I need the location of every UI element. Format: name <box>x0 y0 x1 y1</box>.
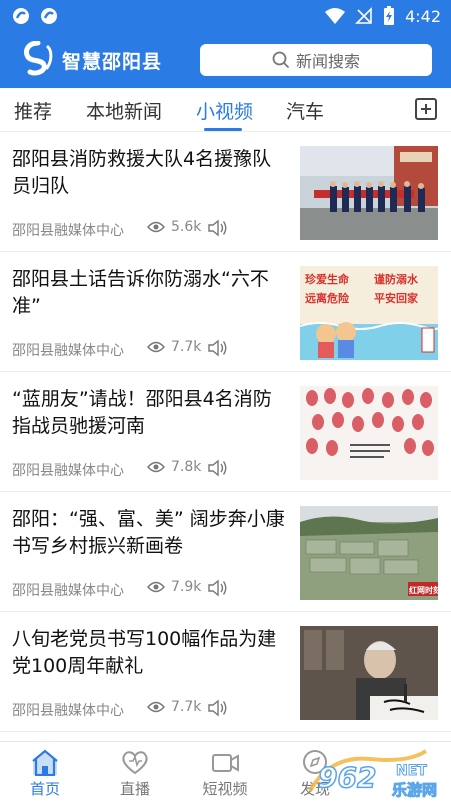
fingerprint-petition-photo[interactable] <box>300 386 438 480</box>
list-item[interactable]: 邵阳县消防救援大队4名援豫队员归队 邵阳县融媒体中心 5.6k <box>0 132 451 252</box>
view-count: 7.7k <box>147 699 201 715</box>
view-count: 7.7k <box>147 339 201 355</box>
countryside-aerial-photo[interactable]: 红网时刻 <box>300 506 438 600</box>
poster-text: 远离危险 <box>305 291 350 305</box>
no-signal-icon <box>355 7 372 24</box>
battery-charging-icon <box>384 6 395 25</box>
news-source: 邵阳县融媒体中心 <box>12 583 124 599</box>
news-title[interactable]: 邵阳：“强、富、美” 阔步奔小康 书写乡村振兴新画卷 <box>12 506 290 560</box>
eye-icon <box>147 461 165 473</box>
wifi-icon <box>325 8 346 24</box>
app-header: 智慧邵阳县 新闻搜索 <box>0 34 451 88</box>
view-count: 7.8k <box>147 459 201 475</box>
calligraphy-elder-photo[interactable] <box>300 626 438 720</box>
news-source: 邵阳县融媒体中心 <box>12 463 124 479</box>
view-count-value: 7.7k <box>171 339 202 355</box>
view-count-value: 5.6k <box>171 219 202 235</box>
nav-live[interactable]: 直播 <box>100 748 170 799</box>
app-notification-icon <box>41 8 57 24</box>
tab-recommend[interactable]: 推荐 <box>14 97 52 124</box>
speaker-icon[interactable] <box>207 458 229 478</box>
news-source: 邵阳县融媒体中心 <box>12 703 124 719</box>
news-list: 邵阳县消防救援大队4名援豫队员归队 邵阳县融媒体中心 5.6k 邵阳县土话告诉你… <box>0 132 451 732</box>
nav-label: 直播 <box>119 780 150 798</box>
speaker-icon[interactable] <box>207 218 229 238</box>
news-source: 邵阳县融媒体中心 <box>12 343 124 359</box>
search-icon <box>272 51 290 69</box>
list-item[interactable]: 邵阳县土话告诉你防溺水“六不准” 邵阳县融媒体中心 7.7k 珍爱生命 谨防溺水… <box>0 252 451 372</box>
nav-label: 短视频 <box>202 780 248 798</box>
app-notification-icon <box>13 8 29 24</box>
eye-icon <box>147 701 165 713</box>
add-channel-icon[interactable] <box>415 98 437 120</box>
nav-home[interactable]: 首页 <box>10 748 80 799</box>
news-title[interactable]: “蓝朋友”请战！邵阳县4名消防指战员驰援河南 <box>12 386 290 440</box>
poster-text: 平安回家 <box>374 291 419 305</box>
video-icon <box>212 754 239 772</box>
search-input[interactable]: 新闻搜索 <box>200 44 432 76</box>
tab-auto[interactable]: 汽车 <box>286 97 324 124</box>
news-source: 邵阳县融媒体中心 <box>12 223 124 239</box>
firefighters-photo[interactable] <box>300 146 438 240</box>
news-title[interactable]: 邵阳县土话告诉你防溺水“六不准” <box>12 266 290 320</box>
list-item[interactable]: 邵阳：“强、富、美” 阔步奔小康 书写乡村振兴新画卷 邵阳县融媒体中心 7.9k… <box>0 492 451 612</box>
tab-short-video[interactable]: 小视频 <box>196 97 253 124</box>
view-count-value: 7.8k <box>171 459 202 475</box>
tab-local-news[interactable]: 本地新闻 <box>86 97 162 124</box>
watermark-domain: NET <box>396 763 427 779</box>
active-tab-indicator <box>204 128 242 131</box>
view-count: 5.6k <box>147 219 201 235</box>
view-count: 7.9k <box>147 579 201 595</box>
nav-short-video[interactable]: 短视频 <box>190 748 260 799</box>
news-title[interactable]: 邵阳县消防救援大队4名援豫队员归队 <box>12 146 290 200</box>
status-bar: 4:42 <box>0 0 451 34</box>
heart-icon <box>122 751 148 775</box>
home-icon <box>32 749 58 776</box>
poster-text: 谨防溺水 <box>374 272 419 286</box>
search-placeholder: 新闻搜索 <box>295 52 360 71</box>
list-item[interactable]: “蓝朋友”请战！邵阳县4名消防指战员驰援河南 邵阳县融媒体中心 7.8k <box>0 372 451 492</box>
nav-label: 首页 <box>29 780 60 798</box>
view-count-value: 7.9k <box>171 579 202 595</box>
photo-watermark-text: 红网时刻 <box>409 585 438 595</box>
eye-icon <box>147 581 165 593</box>
status-time: 4:42 <box>405 6 441 26</box>
list-item[interactable]: 八旬老党员书写100幅作品为建党100周年献礼 邵阳县融媒体中心 7.7k <box>0 612 451 732</box>
category-tabs: 推荐 本地新闻 小视频 汽车 <box>0 88 451 132</box>
eye-icon <box>147 341 165 353</box>
speaker-icon[interactable] <box>207 578 229 598</box>
speaker-icon[interactable] <box>207 338 229 358</box>
speaker-icon[interactable] <box>207 698 229 718</box>
watermark-brand: 962 <box>318 761 376 794</box>
watermark-suffix: 乐游网 <box>392 781 437 799</box>
view-count-value: 7.7k <box>171 699 202 715</box>
news-title[interactable]: 八旬老党员书写100幅作品为建党100周年献礼 <box>12 626 290 680</box>
drowning-prevention-poster[interactable]: 珍爱生命 谨防溺水 远离危险 平安回家 <box>300 266 438 360</box>
poster-text: 珍爱生命 <box>305 272 350 286</box>
app-logo-icon <box>23 41 53 76</box>
app-title: 智慧邵阳县 <box>62 51 163 73</box>
eye-icon <box>147 221 165 233</box>
site-watermark: 962 NET 乐游网 <box>308 749 438 800</box>
